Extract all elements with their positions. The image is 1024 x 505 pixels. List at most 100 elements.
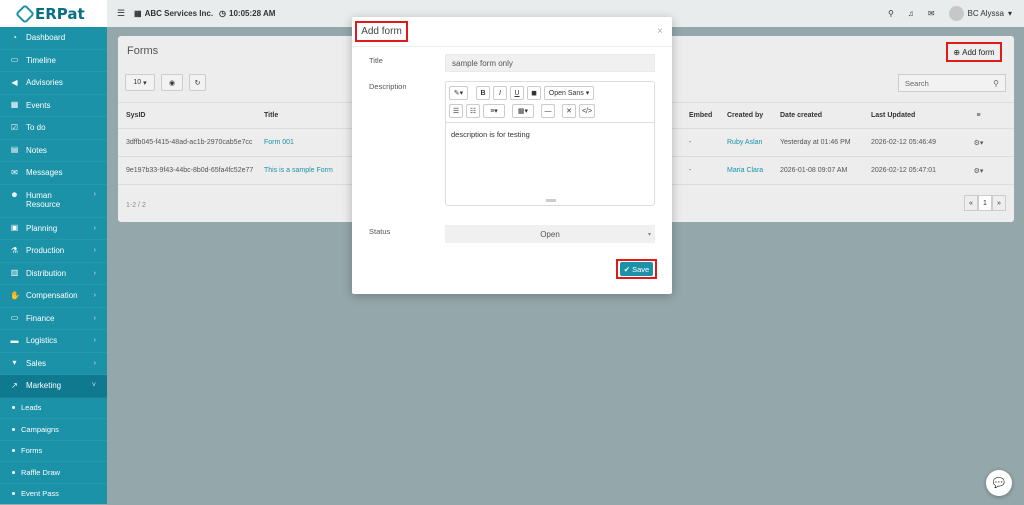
chat-button[interactable]: 💬: [986, 470, 1012, 496]
sidebar-item-planning[interactable]: ▣Planning›: [0, 218, 107, 241]
sidebar-item-production[interactable]: ⚗Production›: [0, 240, 107, 263]
sidebar-item-messages[interactable]: ✉Messages: [0, 162, 107, 185]
chevron-right-icon: ›: [94, 360, 96, 367]
col-date-created[interactable]: Date created: [772, 103, 863, 129]
col-last-updated[interactable]: Last Updated: [863, 103, 943, 129]
sidebar-item-human-resource[interactable]: ☻Human Resource›: [0, 185, 107, 218]
horizontal-rule-icon[interactable]: —: [541, 104, 555, 118]
sidebar-item-events[interactable]: ▦Events: [0, 95, 107, 118]
sidebar-item-distribution[interactable]: ▥Distribution›: [0, 263, 107, 286]
page-number[interactable]: 1: [978, 195, 992, 211]
eraser-icon[interactable]: ◼: [527, 86, 541, 100]
cart-icon: ▾: [10, 359, 19, 367]
sidebar-item-dashboard[interactable]: ◔Dashboard: [0, 27, 107, 50]
sidebar-item-sales[interactable]: ▾Sales›: [0, 353, 107, 376]
pager-info: 1-2 / 2: [126, 202, 146, 209]
app-logo[interactable]: ERPat: [0, 0, 107, 27]
table-icon[interactable]: ▦▾: [512, 104, 534, 118]
submenu-item-raffle-draw[interactable]: Raffle Draw: [0, 462, 107, 484]
sidebar-item-label: Notes: [26, 146, 47, 155]
sidebar-item-to-do[interactable]: ☑To do: [0, 117, 107, 140]
cell-date-created: Yesterday at 01:46 PM: [772, 129, 863, 157]
col-embed[interactable]: Embed: [681, 103, 719, 129]
row-actions-button[interactable]: ⚙▾: [943, 157, 1014, 185]
submenu-item-label: Campaigns: [21, 425, 59, 434]
submenu-item-campaigns[interactable]: Campaigns: [0, 419, 107, 441]
caret-down-icon: ▾: [143, 79, 147, 87]
user-menu[interactable]: BC Alyssa ▾: [949, 6, 1012, 21]
add-form-button[interactable]: ⊕Add form: [946, 42, 1002, 62]
bank-icon: ▥: [10, 269, 19, 277]
search-icon[interactable]: ⚲: [888, 9, 894, 18]
col-created-by[interactable]: Created by: [719, 103, 772, 129]
magic-style-icon[interactable]: ✎▾: [449, 86, 468, 100]
sidebar-item-compensation[interactable]: ✋Compensation›: [0, 285, 107, 308]
bell-icon[interactable]: ♫: [908, 9, 914, 18]
sidebar-item-marketing[interactable]: ↗Marketing˅: [0, 375, 107, 398]
hide-columns-button[interactable]: ◉: [161, 74, 183, 91]
mail-icon[interactable]: ✉: [928, 9, 935, 18]
save-label: Save: [632, 265, 649, 274]
sidebar-item-notes[interactable]: ▤ Notes: [0, 140, 107, 163]
clock-time: 10:05:28 AM: [229, 9, 275, 18]
resize-handle[interactable]: [546, 199, 556, 202]
submenu-item-label: Event Pass: [21, 489, 59, 498]
save-button[interactable]: ✔Save: [620, 262, 653, 276]
note-icon: ▤: [10, 146, 19, 154]
sidebar-item-timeline[interactable]: ▭Timeline: [0, 50, 107, 73]
fullscreen-icon[interactable]: ✕: [562, 104, 576, 118]
close-icon[interactable]: ×: [657, 26, 663, 37]
sidebar-item-finance[interactable]: ▭Finance›: [0, 308, 107, 331]
search-input[interactable]: Search⚲: [898, 74, 1006, 92]
row-actions-button[interactable]: ⚙▾: [943, 129, 1014, 157]
page-title: Forms: [127, 45, 158, 57]
submenu-item-event-pass[interactable]: Event Pass: [0, 484, 107, 505]
layers-icon: ▣: [10, 224, 19, 232]
prev-page-icon[interactable]: «: [964, 195, 978, 211]
align-icon[interactable]: ≡▾: [483, 104, 505, 118]
cell-created-by-link[interactable]: Ruby Aslan: [719, 129, 772, 157]
submenu-item-leads[interactable]: Leads: [0, 398, 107, 420]
col-sysid[interactable]: SysID: [118, 103, 256, 129]
chevron-right-icon: ›: [94, 191, 96, 198]
company-name: ABC Services Inc.: [145, 9, 213, 18]
ordered-list-icon[interactable]: ☷: [466, 104, 480, 118]
underline-icon[interactable]: U: [510, 86, 524, 100]
next-page-icon[interactable]: »: [992, 195, 1006, 211]
title-input[interactable]: sample form only: [445, 54, 655, 72]
search-placeholder: Search: [905, 79, 929, 88]
chevron-right-icon: ›: [94, 225, 96, 232]
company-selector[interactable]: ▦ABC Services Inc.: [134, 9, 213, 18]
columns-menu-icon[interactable]: ≡: [943, 103, 1014, 129]
sidebar-item-advisories[interactable]: ◀Advisories: [0, 72, 107, 95]
caret-down-icon: ▾: [648, 231, 651, 238]
code-view-icon[interactable]: </>: [579, 104, 595, 118]
font-family-select[interactable]: Open Sans ▾: [544, 86, 594, 100]
sidebar-item-logistics[interactable]: ▬Logistics›: [0, 330, 107, 353]
italic-icon[interactable]: I: [493, 86, 507, 100]
status-select[interactable]: Open▾: [445, 225, 655, 243]
unordered-list-icon[interactable]: ☰: [449, 104, 463, 118]
refresh-button[interactable]: ↻: [189, 74, 206, 91]
submenu-item-forms[interactable]: Forms: [0, 441, 107, 463]
logo-icon: [15, 4, 35, 24]
cell-last-updated: 2026-02-12 05:46:49: [863, 129, 943, 157]
clock-icon: ◷: [219, 9, 226, 18]
submenu-item-label: Raffle Draw: [21, 468, 60, 477]
page-size-select[interactable]: 10 ▾: [125, 74, 155, 91]
clock: ◷10:05:28 AM: [219, 9, 275, 18]
bullet-icon: [12, 471, 15, 474]
cell-sysid: 9e197b33-9f43-44bc-8b0d-65fa4fc52e77: [118, 157, 256, 185]
chevron-right-icon: ›: [94, 292, 96, 299]
plus-circle-icon: ⊕: [953, 48, 960, 57]
hamburger-menu-icon[interactable]: ☰: [117, 8, 126, 19]
bold-icon[interactable]: B: [476, 86, 490, 100]
bullet-icon: [12, 449, 15, 452]
description-textarea[interactable]: description is for testing: [446, 122, 654, 198]
cell-created-by-link[interactable]: Maria Clara: [719, 157, 772, 185]
description-editor: ✎▾ B I U ◼ Open Sans ▾ ☰ ☷ ≡▾ ▦▾ — ✕ </>…: [445, 81, 655, 206]
sidebar-item-label: Dashboard: [26, 33, 65, 42]
check-circle-icon: ✔: [624, 265, 630, 274]
font-family-value: Open Sans: [549, 90, 584, 97]
sidebar-item-label: Marketing: [26, 381, 61, 390]
